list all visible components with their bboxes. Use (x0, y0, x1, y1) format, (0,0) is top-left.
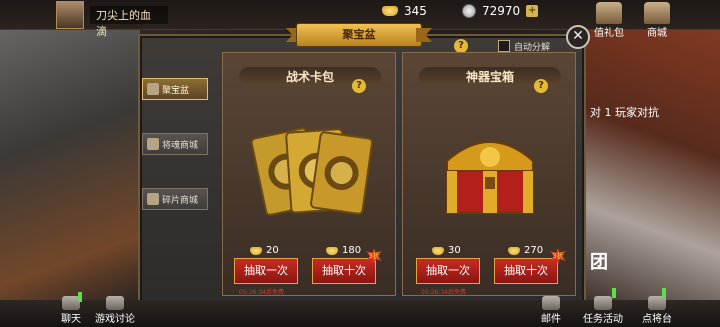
tab-label: 将魂商城 (162, 140, 199, 151)
ten-draw-price: 270 (508, 245, 543, 256)
discussion-icon (106, 296, 124, 310)
shop-label: 商城 (647, 28, 667, 39)
gold-ingot-icon (432, 246, 444, 255)
auto-decompose-checkbox[interactable] (498, 40, 510, 52)
panel-title-ribbon: 聚宝盆 (286, 20, 432, 50)
discussion-button[interactable]: 游戏讨论 (92, 296, 138, 326)
free-timer: 05:26:34后免费 (421, 289, 466, 296)
tab-label: 碎片商城 (162, 195, 199, 206)
ten-draw-price: 180 (326, 245, 361, 256)
chat-notification-icon (78, 292, 82, 302)
tab-treasure-bowl[interactable]: 聚宝盆 (142, 78, 208, 100)
help-icon[interactable]: ? (454, 39, 468, 53)
task-icon (594, 296, 612, 310)
generals-notification-icon (662, 288, 666, 298)
background-bottom-text: 团 (590, 252, 608, 273)
task-activity-button[interactable]: 任务活动 (580, 296, 626, 326)
fragment-shop-icon (147, 193, 159, 205)
background-banner-text: 对 1 玩家对抗 (590, 106, 659, 119)
tab-soul-shop[interactable]: 将魂商城 (142, 133, 208, 155)
mail-button[interactable]: 邮件 (528, 296, 574, 326)
shop-icon (644, 2, 670, 24)
close-icon: ✕ (572, 28, 584, 44)
add-silver-icon[interactable]: + (526, 5, 539, 17)
soul-shop-icon (147, 138, 159, 150)
gift-pack-button[interactable]: 值礼包 (588, 2, 630, 40)
treasure-bowl-icon (147, 83, 159, 95)
chat-button[interactable]: 聊天 (48, 296, 94, 326)
panel-title: 聚宝盆 (296, 23, 422, 47)
single-draw-price: 30 (432, 245, 461, 256)
generals-button[interactable]: 点将台 (634, 296, 680, 326)
gold-resource: 345 (382, 4, 427, 18)
free-timer: 05:26:34后免费 (239, 289, 284, 296)
gold-ingot-icon (508, 246, 520, 255)
task-notification-icon (612, 288, 616, 298)
gold-ingot-icon (382, 6, 398, 16)
silver-resource: 72970 + (462, 4, 539, 18)
player-name: 刀尖上的血滴 (90, 6, 168, 38)
draw-once-button[interactable]: 抽取一次 (416, 258, 480, 284)
tab-fragment-shop[interactable]: 碎片商城 (142, 188, 208, 210)
close-button[interactable]: ✕ (566, 25, 590, 49)
hero-artwork-left (0, 30, 140, 300)
shop-button[interactable]: 商城 (636, 2, 678, 40)
silver-amount: 72970 (482, 4, 521, 18)
tab-label: 聚宝盆 (162, 85, 190, 96)
draw-ten-button[interactable]: 抽取十次 (494, 258, 558, 284)
tactic-card-pack-icon (250, 127, 374, 216)
gold-ingot-icon (250, 246, 262, 255)
avatar[interactable] (56, 1, 84, 29)
draw-ten-button[interactable]: 抽取十次 (312, 258, 376, 284)
artifact-chest-icon (446, 141, 534, 214)
mail-icon (542, 296, 560, 310)
card-help-icon[interactable]: ? (534, 79, 548, 93)
gold-ingot-icon (326, 246, 338, 255)
gift-pack-label: 值礼包 (594, 28, 624, 39)
silver-coin-icon (462, 4, 476, 18)
gold-amount: 345 (404, 4, 427, 18)
gift-icon (596, 2, 622, 24)
generals-icon (648, 296, 666, 310)
single-draw-price: 20 (250, 245, 279, 256)
card-help-icon[interactable]: ? (352, 79, 366, 93)
draw-once-button[interactable]: 抽取一次 (234, 258, 298, 284)
